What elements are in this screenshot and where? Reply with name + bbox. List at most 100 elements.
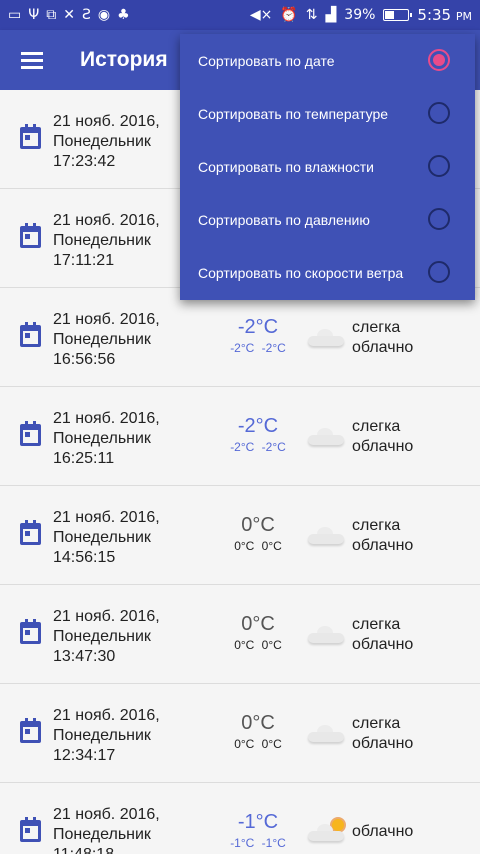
cloud-icon: [308, 427, 344, 445]
row-min: 0°C: [234, 539, 255, 553]
row-date: 21 нояб. 2016,: [53, 410, 160, 427]
signal-icon: ▟: [325, 7, 337, 23]
sort-option-label: Сортировать по давлению: [198, 211, 370, 228]
row-max: -2°C: [261, 440, 286, 454]
date-block: 21 нояб. 2016, Понедельник 11:48:18: [53, 805, 160, 854]
cloud-icon: [308, 526, 344, 544]
calendar-icon: [20, 520, 41, 545]
row-time: 11:48:18: [53, 845, 160, 854]
sort-option[interactable]: Сортировать по давлению: [180, 193, 475, 246]
row-condition: облачно: [352, 822, 413, 842]
sort-menu: Сортировать по дате Сортировать по темпер…: [180, 34, 475, 300]
row-time: 16:25:11: [53, 450, 115, 467]
date-block: 21 нояб. 2016, Понедельник 16:56:56: [53, 310, 160, 370]
tools-icon: ✕: [63, 7, 75, 23]
row-max: 0°C: [261, 638, 282, 652]
row-date: 21 нояб. 2016,: [53, 806, 160, 823]
row-min-max: 0°C 0°C: [222, 638, 294, 652]
mute-icon: ◀×: [249, 7, 273, 23]
row-condition: слегка облачно: [352, 516, 413, 556]
row-condition-line1: облачно: [352, 823, 414, 840]
row-condition-line1: слегка: [352, 418, 401, 435]
row-date: 21 нояб. 2016,: [53, 113, 160, 130]
row-date: 21 нояб. 2016,: [53, 509, 160, 526]
row-time: 12:34:17: [53, 747, 116, 764]
alarm-icon: ⏰: [280, 7, 298, 23]
sort-option[interactable]: Сортировать по скорости ветра: [180, 246, 475, 299]
row-condition-line2: облачно: [352, 339, 414, 356]
calendar-icon: [20, 421, 41, 446]
history-row[interactable]: 21 нояб. 2016, Понедельник 12:34:17 0°C 0°C …: [0, 684, 480, 783]
row-time: 17:11:21: [53, 252, 115, 269]
row-temp: -2°C: [237, 316, 279, 338]
temperature-block: 0°C 0°C 0°C: [222, 711, 294, 751]
temperature-block: -2°C -2°C -2°C: [222, 414, 294, 454]
sort-option-label: Сортировать по скорости ветра: [198, 264, 404, 281]
calendar-icon: [20, 718, 41, 743]
clock: 5:35 PM: [417, 6, 472, 24]
sort-option-label: Сортировать по температуре: [198, 105, 389, 122]
row-weekday: Понедельник: [53, 430, 151, 447]
shield-icon: ◉: [97, 7, 111, 23]
sort-option-label: Сортировать по дате: [198, 52, 335, 69]
date-block: 21 нояб. 2016, Понедельник 17:11:21: [53, 211, 160, 271]
temperature-block: 0°C 0°C 0°C: [222, 513, 294, 553]
row-max: -2°C: [261, 341, 286, 355]
usb-icon: Ψ: [28, 7, 40, 23]
radio-unselected-icon[interactable]: [428, 102, 450, 124]
row-max: 0°C: [261, 737, 282, 751]
row-condition-line1: слегка: [352, 319, 401, 336]
row-weekday: Понедельник: [53, 628, 151, 645]
row-min-max: -2°C -2°C: [222, 341, 294, 355]
row-max: 0°C: [261, 539, 282, 553]
calendar-icon: [20, 124, 41, 149]
row-min: -1°C: [230, 836, 255, 850]
sort-option[interactable]: Сортировать по дате: [180, 34, 475, 87]
date-block: 21 нояб. 2016, Понедельник 16:25:11: [53, 409, 160, 469]
row-condition-line2: облачно: [352, 735, 414, 752]
row-condition: слегка облачно: [352, 417, 413, 457]
row-date: 21 нояб. 2016,: [53, 707, 160, 724]
history-row[interactable]: 21 нояб. 2016, Понедельник 14:56:15 0°C 0°C …: [0, 486, 480, 585]
sort-option[interactable]: Сортировать по температуре: [180, 87, 475, 140]
calendar-icon: [20, 817, 41, 842]
row-temp: 0°C: [241, 613, 275, 635]
menu-button[interactable]: [0, 30, 64, 90]
history-row[interactable]: 21 нояб. 2016, Понедельник 13:47:30 0°C 0°C …: [0, 585, 480, 684]
radio-unselected-icon[interactable]: [428, 208, 450, 230]
dev-icon: ⧉: [46, 7, 57, 23]
cloud-icon: [308, 328, 344, 346]
row-date: 21 нояб. 2016,: [53, 608, 160, 625]
row-condition-line1: слегка: [352, 616, 401, 633]
history-row[interactable]: 21 нояб. 2016, Понедельник 16:25:11 -2°C -2°…: [0, 387, 480, 486]
temperature-block: -2°C -2°C -2°C: [222, 315, 294, 355]
row-weekday: Понедельник: [53, 331, 151, 348]
row-min: 0°C: [234, 737, 255, 751]
status-bar: ▭ Ψ ⧉ ✕ Ƨ ◉ ♣ ◀× ⏰ ⇅ ▟ 39% 5:35 PM: [0, 0, 480, 30]
row-min-max: 0°C 0°C: [222, 737, 294, 751]
row-time: 17:23:42: [53, 153, 116, 170]
calendar-icon: [20, 223, 41, 248]
row-max: -1°C: [261, 836, 286, 850]
row-weekday: Понедельник: [53, 727, 151, 744]
row-min-max: -1°C -1°C: [222, 836, 294, 850]
sort-option[interactable]: Сортировать по влажности: [180, 140, 475, 193]
radio-unselected-icon[interactable]: [428, 155, 450, 177]
row-condition-line1: слегка: [352, 517, 401, 534]
row-condition-line2: облачно: [352, 537, 414, 554]
row-weekday: Понедельник: [53, 133, 151, 150]
row-temp: -2°C: [237, 415, 279, 437]
hamburger-icon: [21, 52, 43, 69]
notification-icons: ▭ Ψ ⧉ ✕ Ƨ ◉ ♣: [0, 8, 130, 22]
history-row[interactable]: 21 нояб. 2016, Понедельник 16:56:56 -2°C -2°…: [0, 288, 480, 387]
clock-ampm: PM: [455, 10, 472, 23]
partly-cloudy-icon: [308, 819, 344, 841]
row-condition: слегка облачно: [352, 615, 413, 655]
row-temp: 0°C: [241, 712, 275, 734]
radio-unselected-icon[interactable]: [428, 261, 450, 283]
temperature-block: 0°C 0°C 0°C: [222, 612, 294, 652]
history-row[interactable]: 21 нояб. 2016,Понедельник11:48:18-1°C-1°…: [0, 783, 480, 854]
radio-selected-icon[interactable]: [428, 49, 450, 71]
row-condition: слегка облачно: [352, 318, 413, 358]
battery-icon: [383, 9, 413, 21]
